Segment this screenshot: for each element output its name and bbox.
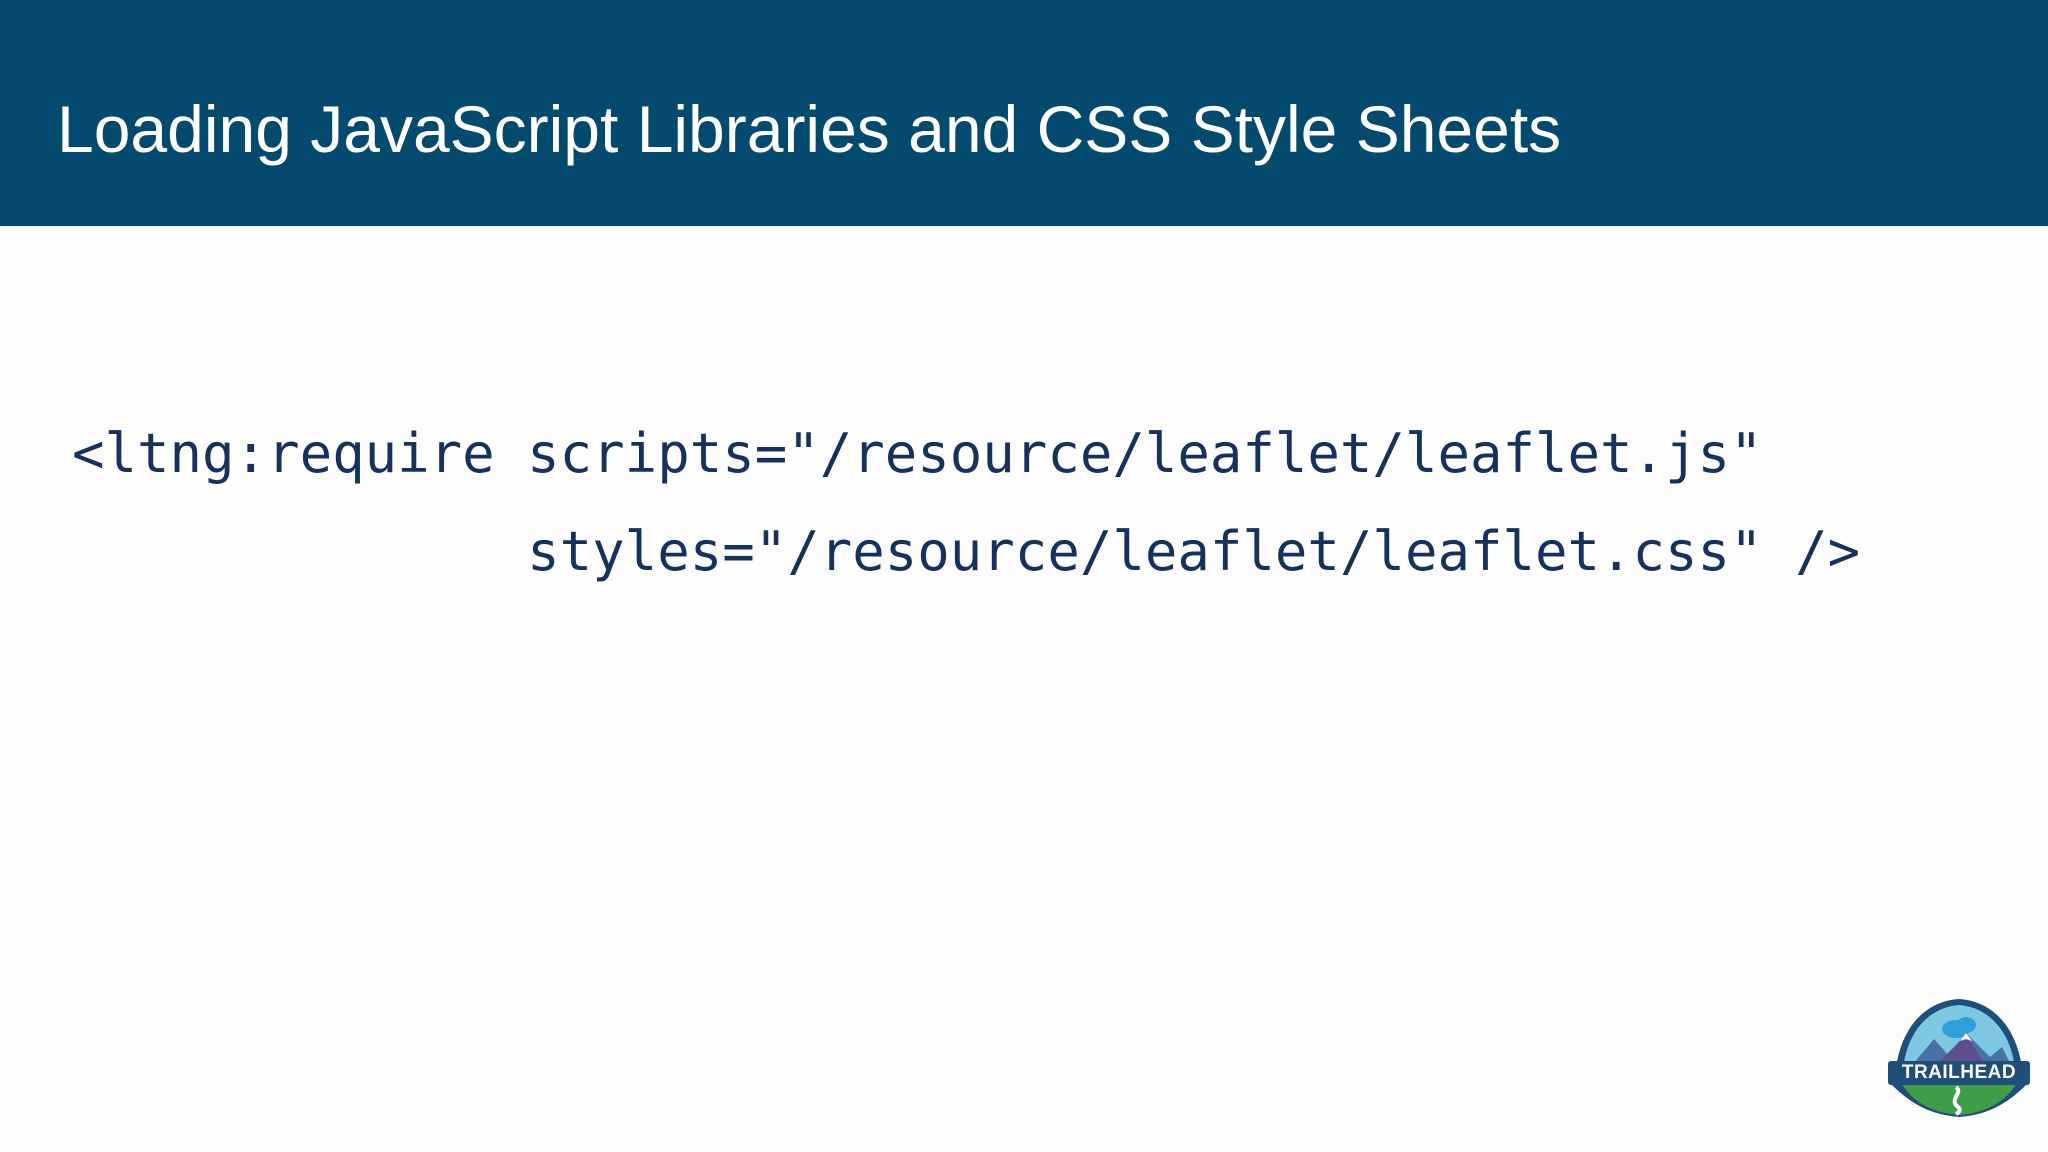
slide: Loading JavaScript Libraries and CSS Sty… xyxy=(0,0,2048,1152)
code-line-2: styles="/resource/leaflet/leaflet.css" /… xyxy=(72,520,1861,583)
logo-text: TRAILHEAD xyxy=(1901,1062,2017,1083)
code-block: <ltng:require scripts="/resource/leaflet… xyxy=(72,405,1860,601)
slide-title: Loading JavaScript Libraries and CSS Sty… xyxy=(57,92,1562,166)
title-banner: Loading JavaScript Libraries and CSS Sty… xyxy=(0,0,2048,226)
code-line-1: <ltng:require scripts="/resource/leaflet… xyxy=(72,422,1763,485)
trailhead-logo-icon: TRAILHEAD xyxy=(1886,995,2032,1121)
